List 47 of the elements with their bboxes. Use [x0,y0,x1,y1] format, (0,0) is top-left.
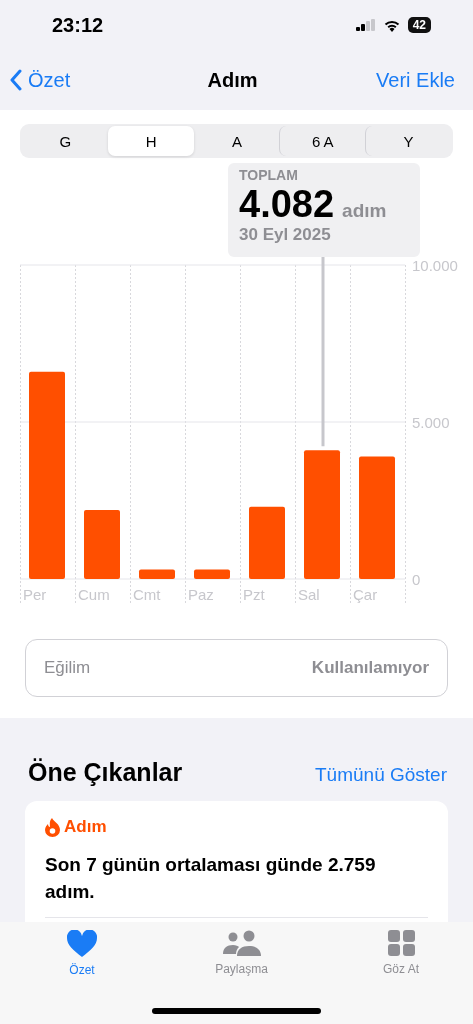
tab-bar-item[interactable]: Göz At [363,930,439,1024]
axis-tick-label: 5.000 [412,414,450,431]
segment-tab[interactable]: G [22,126,108,156]
axis-category-label: Cmt [133,586,161,603]
bar[interactable] [359,456,395,579]
bar[interactable] [194,569,230,579]
add-data-button[interactable]: Veri Ekle [376,68,455,92]
section-title: Öne Çıkanlar [28,758,183,787]
trend-value: Kullanılamıyor [311,658,429,678]
segment-tab[interactable]: H [107,126,194,156]
heart-icon [67,930,97,957]
bar[interactable] [29,371,65,579]
tooltip-unit: adım [342,200,387,222]
axis-category-label: Per [23,586,47,603]
axis-tick-label: 0 [412,571,421,588]
axis-category-label: Sal [298,586,320,603]
status-time: 23:12 [52,13,104,37]
highlight-text: Son 7 günün ortalaması günde 2.759 adım. [45,851,428,918]
segment-tab[interactable]: 6 A [279,126,366,156]
signal-icon [355,19,376,31]
bar[interactable] [84,509,120,579]
axis-category-label: Çar [353,586,378,603]
segment-tab[interactable]: A [193,126,280,156]
tooltip-value: 4.082 [239,183,335,225]
bar[interactable] [139,569,175,579]
bar[interactable] [304,450,340,579]
axis-category-label: Cum [78,586,110,603]
grid-icon [387,930,415,956]
battery-level: 42 [407,17,431,33]
tooltip-date: 30 Eyl 2025 [239,225,332,245]
chevron-left-icon [10,69,22,91]
back-button[interactable]: Özet [10,68,71,92]
people-icon [222,930,261,956]
wifi-icon [382,18,401,32]
axis-category-label: Paz [188,586,214,603]
highlight-category: Adım [64,817,107,837]
axis-category-label: Pzt [243,586,265,603]
show-all-link[interactable]: Tümünü Göster [315,764,447,786]
segment-tab[interactable]: Y [365,126,451,156]
tab-bar-item[interactable]: Paylaşma [203,930,280,1024]
bar[interactable] [249,506,285,579]
trend-label: Eğilim [44,658,91,678]
screen-title: Adım [207,68,258,92]
tooltip-label: TOPLAM [239,167,299,183]
flame-icon [45,817,60,837]
tab-bar-item[interactable]: Özet [44,930,120,1024]
axis-tick-label: 10.000 [412,257,458,274]
